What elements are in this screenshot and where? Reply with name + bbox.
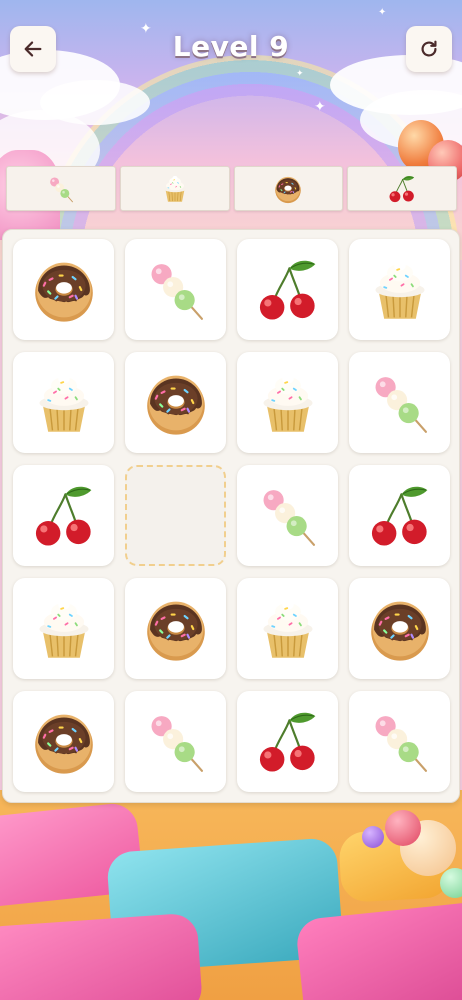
donut-icon [34, 714, 93, 774]
tile-cupcake[interactable] [13, 352, 114, 453]
donut-icon [146, 375, 205, 435]
cherry-icon [389, 175, 415, 202]
level-title: Level 9 [172, 30, 290, 63]
cherry-icon [259, 712, 315, 772]
tile-donut[interactable] [349, 578, 450, 679]
cupcake-icon [263, 372, 312, 432]
dango-icon [151, 263, 203, 320]
donut-icon [146, 601, 205, 661]
cherry-icon [371, 486, 427, 546]
dango-icon [49, 176, 73, 202]
target-slot-cherry [347, 166, 457, 211]
cherry-icon [259, 260, 315, 320]
tile-donut[interactable] [13, 239, 114, 340]
tile-donut[interactable] [125, 578, 226, 679]
restart-icon [421, 40, 437, 57]
tile-grid [13, 239, 450, 792]
tile-cupcake[interactable] [13, 578, 114, 679]
sparkle-icon: ✦ [296, 69, 304, 79]
candy-ball [362, 826, 384, 848]
cupcake-icon [39, 598, 88, 658]
donut-icon [34, 262, 93, 322]
cupcake-icon [263, 598, 312, 658]
game-board [2, 229, 460, 803]
target-slot-cupcake [119, 166, 230, 211]
tile-dango[interactable] [349, 352, 450, 453]
tile-dango[interactable] [125, 239, 226, 340]
tile-donut[interactable] [125, 352, 226, 453]
cupcake-icon [375, 259, 424, 319]
dango-icon [375, 376, 427, 433]
tile-cherry[interactable] [237, 239, 338, 340]
dango-icon [263, 489, 315, 546]
cupcake-icon [39, 372, 88, 432]
tile-dango[interactable] [237, 465, 338, 566]
candy-ball [385, 810, 421, 846]
dango-icon [151, 715, 203, 772]
candy-ball [440, 868, 462, 898]
donut-icon [370, 601, 429, 661]
tile-cherry[interactable] [349, 465, 450, 566]
target-slot-donut [233, 166, 344, 211]
tile-cupcake[interactable] [237, 352, 338, 453]
sparkle-icon: ✦ [314, 99, 326, 115]
tile-cherry[interactable] [13, 465, 114, 566]
donut-icon [275, 176, 302, 203]
target-slot-dango [6, 166, 116, 211]
dango-icon [375, 715, 427, 772]
tile-cherry[interactable] [237, 691, 338, 792]
tile-dango[interactable] [125, 691, 226, 792]
empty-tile[interactable] [125, 465, 226, 566]
cherry-icon [35, 486, 91, 546]
tile-dango[interactable] [349, 691, 450, 792]
tile-cupcake[interactable] [349, 239, 450, 340]
cupcake-icon [163, 175, 186, 202]
tile-cupcake[interactable] [237, 578, 338, 679]
candy-floor [0, 790, 462, 1000]
tile-donut[interactable] [13, 691, 114, 792]
sparkle-icon: ✦ [378, 7, 387, 18]
target-strip [6, 166, 457, 211]
candy-tile [0, 912, 204, 1000]
restart-button[interactable] [406, 26, 452, 72]
